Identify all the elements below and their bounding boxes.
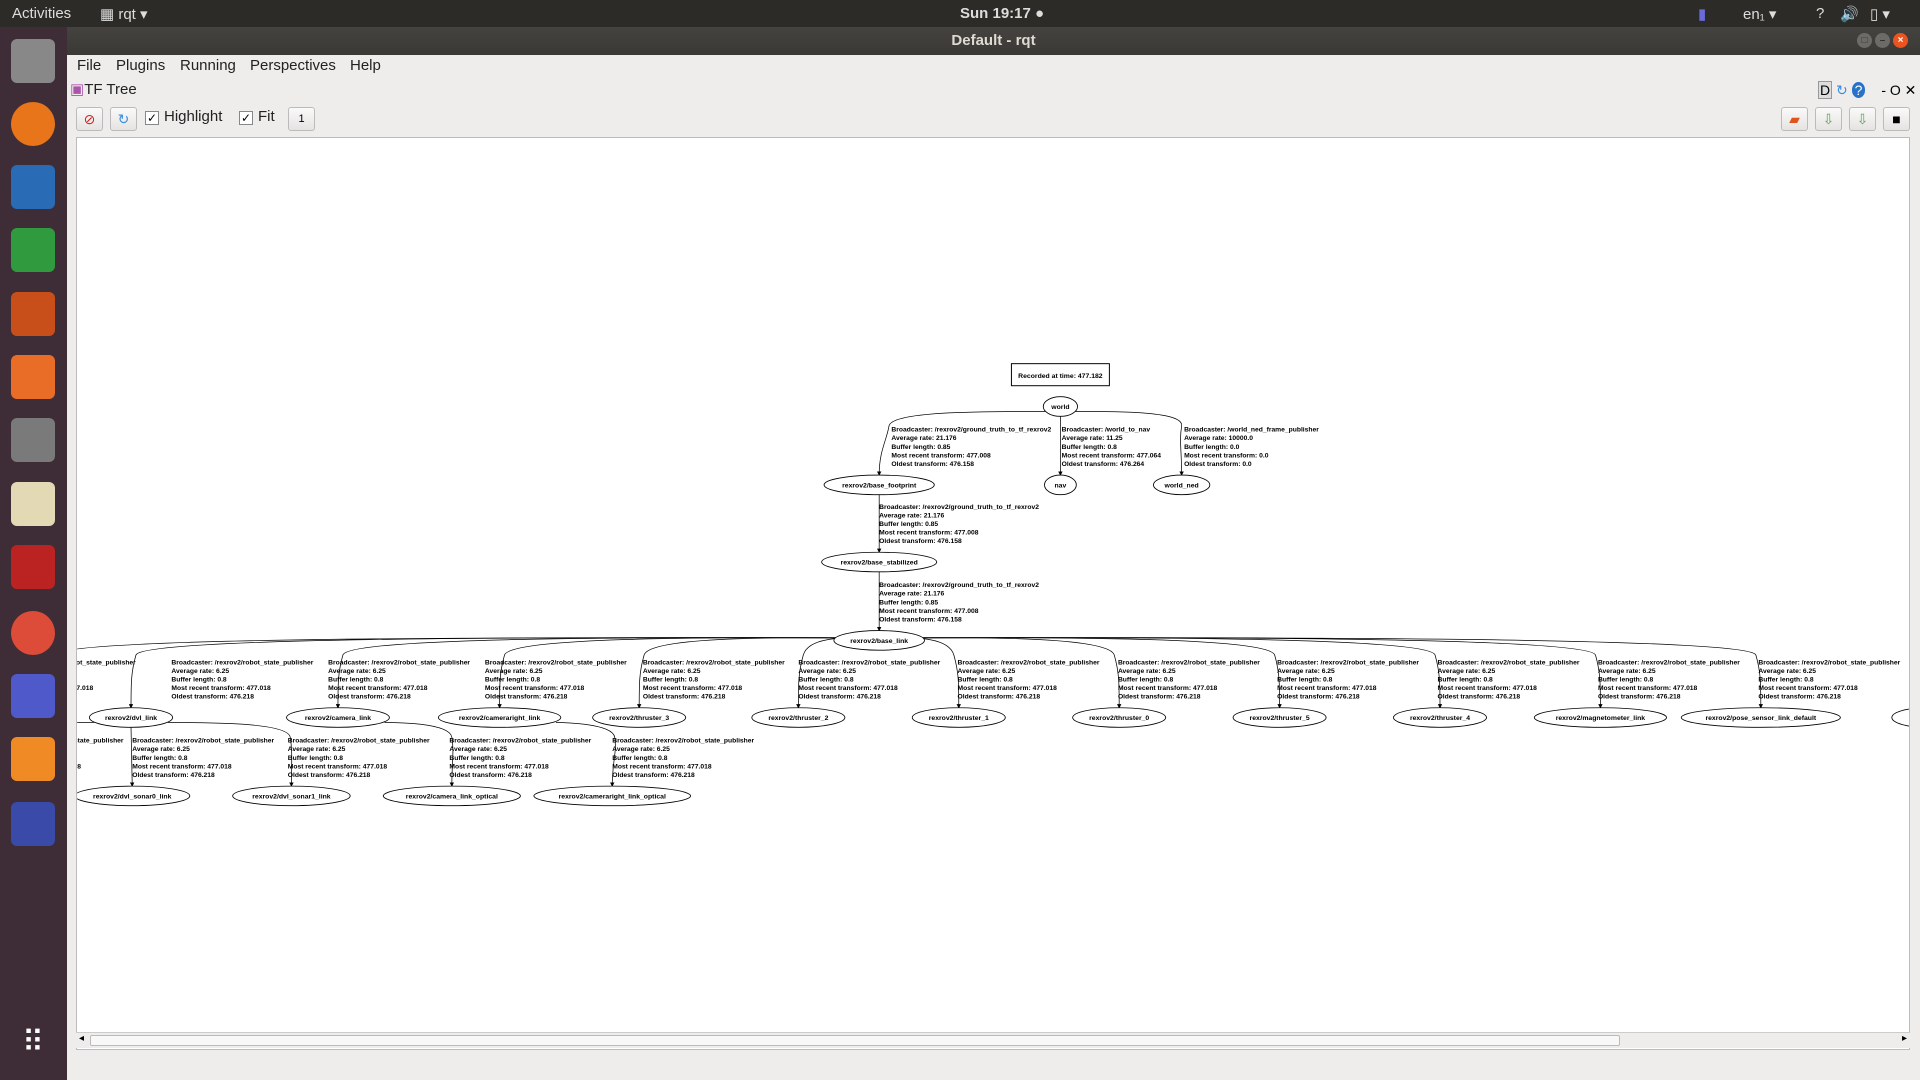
help-plugin-icon[interactable]: ? — [1851, 82, 1866, 98]
plugin-header-buttons: D ↻ ? - O ✕ — [1818, 81, 1917, 99]
float-plugin-button[interactable]: O — [1890, 82, 1901, 98]
language-label: en₁ — [1743, 6, 1765, 23]
window-title: Default - rqt — [951, 32, 1036, 49]
sublime-icon[interactable] — [11, 737, 55, 781]
graph-canvas[interactable] — [76, 137, 1910, 1050]
plugin-title: ▣TF Tree — [70, 80, 137, 98]
tf-tree-icon: ▣ — [70, 81, 85, 98]
top-panel: Activities ▦ rqt ▾ Sun 19:17 ● ▮ en₁ ▾ ?… — [0, 0, 1920, 27]
firefox-icon[interactable] — [11, 102, 55, 146]
save-image-button[interactable]: ■ — [1883, 107, 1910, 131]
close-plugin-button[interactable]: ✕ — [1905, 82, 1917, 98]
fit-label: Fit — [258, 108, 275, 125]
save-icon: ⇩ — [1822, 111, 1835, 127]
highlight-label: Highlight — [164, 108, 223, 125]
terminal-icon[interactable] — [11, 545, 55, 589]
menu-file[interactable]: File — [77, 57, 101, 74]
activities-button[interactable]: Activities — [12, 5, 71, 22]
app-menu[interactable]: ▦ rqt ▾ — [100, 5, 148, 23]
help-icon[interactable]: ? — [1816, 5, 1824, 22]
refresh-icon: ↻ — [117, 111, 130, 127]
reload-plugin-icon[interactable]: ↻ — [1836, 82, 1848, 98]
menu-bar: File Plugins Running Perspectives Help — [67, 55, 1920, 77]
close-button[interactable]: × — [1893, 33, 1908, 48]
scroll-right-arrow[interactable]: ▸ — [1902, 1033, 1907, 1044]
scrollbar-thumb[interactable] — [90, 1035, 1620, 1046]
impress-icon[interactable] — [11, 292, 55, 336]
software-icon[interactable] — [11, 355, 55, 399]
battery-icon[interactable]: ▯ ▾ — [1870, 5, 1890, 23]
fit-view-button[interactable]: 1 — [288, 107, 315, 131]
dock-button[interactable]: D — [1818, 81, 1833, 99]
rqt-icon[interactable] — [11, 802, 55, 846]
calc-icon[interactable] — [11, 228, 55, 272]
text-editor-icon[interactable] — [11, 482, 55, 526]
menu-running[interactable]: Running — [180, 57, 236, 74]
show-apps-icon[interactable]: ⠿ — [11, 1025, 55, 1069]
settings-icon[interactable] — [11, 418, 55, 462]
scroll-left-arrow[interactable]: ◂ — [79, 1033, 84, 1044]
stop-icon: ⊘ — [83, 111, 96, 127]
menu-perspectives[interactable]: Perspectives — [250, 57, 336, 74]
load-dot-button[interactable]: ▰ — [1781, 107, 1808, 131]
window-titlebar: Default - rqt – × □ — [67, 27, 1920, 55]
teams-dock-icon[interactable] — [11, 674, 55, 718]
refresh-button[interactable]: ↻ — [110, 107, 137, 131]
minimize-plugin-button[interactable]: - — [1881, 82, 1886, 98]
language-indicator[interactable]: en₁ ▾ — [1743, 5, 1776, 23]
files-icon[interactable] — [11, 39, 55, 83]
volume-icon[interactable]: 🔊 — [1840, 5, 1859, 23]
dock: ⠿ — [0, 27, 67, 1080]
menu-plugins[interactable]: Plugins — [116, 57, 165, 74]
save-icon: ⇩ — [1856, 111, 1869, 127]
menu-help[interactable]: Help — [350, 57, 381, 74]
clock[interactable]: Sun 19:17 ● — [960, 5, 1044, 22]
highlight-checkbox[interactable]: ✓ — [145, 111, 159, 125]
save-svg-button[interactable]: ⇩ — [1849, 107, 1876, 131]
save-dot-button[interactable]: ⇩ — [1815, 107, 1842, 131]
fit-checkbox[interactable]: ✓ — [239, 111, 253, 125]
writer-icon[interactable] — [11, 165, 55, 209]
plugin-title-label: TF Tree — [84, 81, 137, 98]
maximize-button[interactable]: □ — [1857, 33, 1872, 48]
teams-icon[interactable]: ▮ — [1698, 5, 1706, 23]
app-name: rqt — [118, 6, 136, 23]
image-icon: ■ — [1892, 111, 1901, 127]
chrome-icon[interactable] — [11, 611, 55, 655]
horizontal-scrollbar[interactable]: ◂ ▸ — [76, 1032, 1910, 1048]
clear-button[interactable]: ⊘ — [76, 107, 103, 131]
minimize-button[interactable]: – — [1875, 33, 1890, 48]
fit-view-label: 1 — [298, 113, 305, 125]
folder-icon: ▰ — [1789, 111, 1800, 127]
